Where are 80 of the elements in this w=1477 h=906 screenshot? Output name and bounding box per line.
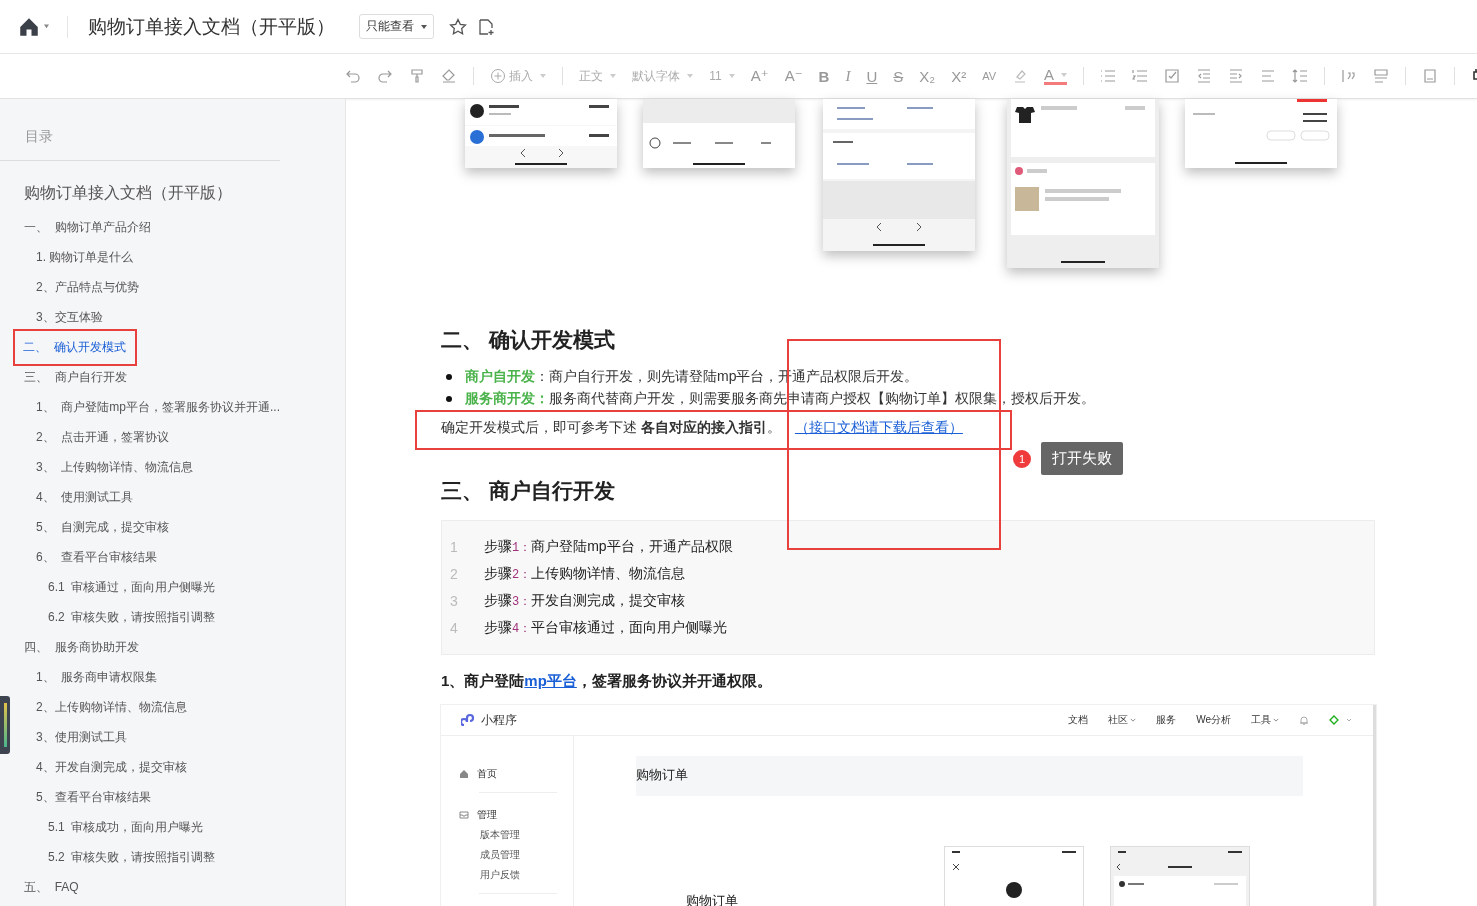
todo-icon[interactable] [1164, 68, 1180, 84]
outdent-icon[interactable] [1196, 68, 1212, 84]
chevron-icon [1130, 718, 1137, 722]
caret-icon [1061, 72, 1067, 77]
outline-item[interactable]: 6.1 审核通过，面向用户侧曝光 [48, 578, 216, 596]
outline-item[interactable]: 二、 确认开发模式 [15, 330, 135, 364]
paint-icon[interactable] [409, 68, 426, 84]
caret-icon [540, 74, 547, 78]
numbers-icon[interactable] [1132, 68, 1148, 84]
outline-item[interactable]: 5.1 审核成功，面向用户曝光 [48, 818, 204, 836]
outline-item[interactable]: 一、 购物订单产品介绍 [24, 218, 151, 236]
star-icon[interactable] [449, 17, 467, 36]
subheading: 1、商户登陆mp平台，签署服务协议并开通权限。 [441, 672, 772, 691]
bell-icon [1299, 715, 1309, 725]
paragraph: 确定开发模式后，即可参考下述 各自对应的接入指引。 （接口文档请下载后查看） [441, 418, 963, 437]
outline-item[interactable]: 1、 商户登陆mp平台，签署服务协议并开通... [36, 398, 280, 416]
outline-item[interactable]: 5、查看平台审核结果 [36, 788, 151, 806]
caret-icon [610, 74, 617, 78]
caret-icon [728, 74, 735, 78]
outline-item[interactable]: 2、产品特点与优势 [36, 278, 139, 296]
outline-item[interactable]: 6、 查看平台审核结果 [36, 548, 158, 566]
card-title: 购物订单 [686, 892, 738, 906]
erase-icon[interactable] [441, 68, 458, 84]
outline-item[interactable]: 5.2 审核失败，请按照指引调整 [48, 848, 216, 866]
lineheight-icon[interactable] [1292, 68, 1308, 84]
brand-name: 小程序 [481, 711, 517, 729]
outline-item[interactable]: 1、 服务商申请权限集 [36, 668, 158, 686]
section-heading: 三、 商户自行开发 [441, 478, 615, 504]
outline-title[interactable]: 购物订单接入文档（开平版） [24, 183, 232, 204]
outline-item[interactable]: 6.2 审核失败，请按照指引调整 [48, 608, 216, 626]
line-number: 3 [450, 592, 459, 609]
chevron-icon [1273, 718, 1279, 722]
template-icon[interactable] [1422, 68, 1438, 84]
outline-item[interactable]: 五、 FAQ [24, 878, 79, 896]
outline-item[interactable]: 3、 上传购物详情、物流信息 [36, 458, 194, 476]
outline-item[interactable]: 2、上传购物详情、物流信息 [36, 698, 187, 716]
line-number: 4 [450, 619, 459, 636]
diamond-icon [1329, 715, 1353, 725]
submenu-item: 用户反馈 [480, 868, 520, 882]
bullet-icon [446, 396, 452, 402]
page-title: 购物订单 [636, 756, 1303, 796]
inbox-icon [459, 810, 469, 820]
indent-icon[interactable] [1228, 68, 1244, 84]
outline-item[interactable]: 3、使用测试工具 [36, 728, 127, 746]
bullet-icon [446, 374, 452, 380]
outline-item[interactable]: 1. 购物订单是什么 [36, 248, 134, 266]
block-icon[interactable] [1373, 68, 1389, 84]
permission-dropdown[interactable]: 只能查看 [359, 14, 434, 39]
outline-item[interactable]: 四、 服务商协助开发 [24, 638, 139, 656]
outline-item[interactable]: 4、 使用测试工具 [36, 488, 134, 506]
new-document-icon[interactable] [477, 17, 495, 36]
submenu-item: 成员管理 [480, 848, 520, 862]
highlight-icon[interactable] [1012, 68, 1028, 84]
submenu-item: 版本管理 [480, 828, 520, 842]
line-number: 2 [450, 565, 459, 582]
align-icon[interactable] [1260, 68, 1276, 84]
outline-item[interactable]: 5、 自测完成，提交审核 [36, 518, 170, 536]
outline-item[interactable]: 2、 点击开通，签署协议 [36, 428, 170, 446]
error-badge: 1 [1013, 450, 1031, 468]
outline-item[interactable]: 4、开发自测完成，提交审核 [36, 758, 187, 776]
outline-item[interactable]: 3、交互体验 [36, 308, 103, 326]
section-heading: 二、 确认开发模式 [441, 327, 615, 353]
logo-icon [461, 712, 477, 728]
caret-icon [421, 24, 427, 29]
line-number: 1 [450, 538, 459, 555]
floating-handle[interactable] [0, 696, 10, 754]
home-icon [459, 769, 469, 779]
redo-icon[interactable] [377, 68, 394, 84]
caret-icon [687, 74, 694, 78]
document-title: 购物订单接入文档（开平版） [88, 14, 335, 39]
download-link[interactable]: （接口文档请下载后查看） [794, 419, 963, 435]
outline-item[interactable]: 三、 商户自行开发 [24, 368, 127, 386]
platform-link[interactable]: mp平台 [524, 672, 577, 689]
quote-icon[interactable] [1341, 68, 1357, 84]
error-tooltip: 打开失败 [1041, 442, 1123, 475]
home-icon[interactable] [17, 16, 51, 37]
bullets-icon[interactable] [1100, 68, 1116, 84]
outline-heading: 目录 [25, 128, 53, 146]
undo-icon[interactable] [345, 68, 362, 84]
plus-circle-icon [490, 68, 507, 84]
